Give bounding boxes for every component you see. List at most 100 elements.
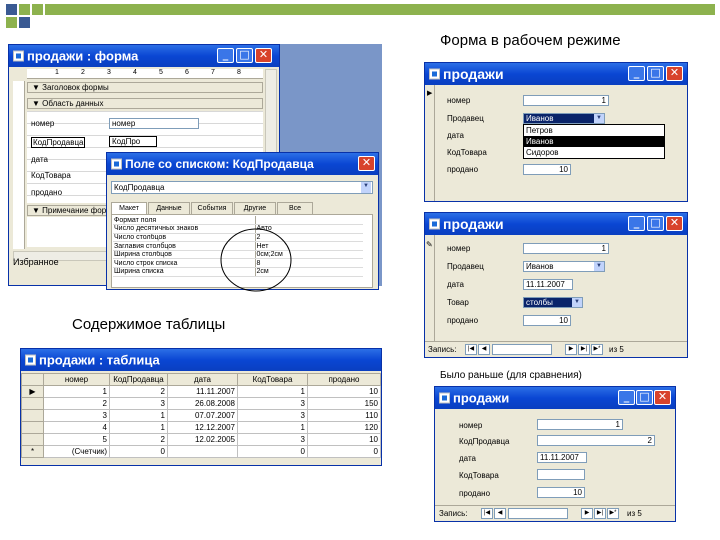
nav-record-field[interactable] (492, 344, 552, 355)
form-window-2-titlebar[interactable]: продажи _ □ ✕ (425, 213, 687, 235)
prop-value[interactable] (254, 216, 363, 226)
cell[interactable]: 12.12.2007 (167, 421, 238, 434)
cell[interactable]: 150 (307, 397, 381, 410)
cell[interactable]: 3 (237, 409, 308, 422)
cell[interactable]: 3 (237, 433, 308, 446)
field-data[interactable]: 11.11.2007 (523, 279, 573, 290)
cell[interactable]: 1 (109, 421, 168, 434)
table-row[interactable]: 4 1 12.12.2007 1 120 (21, 421, 381, 434)
field-nomer[interactable]: 1 (523, 243, 609, 254)
form-window-3-titlebar[interactable]: продажи _ □ ✕ (435, 387, 675, 409)
col-header-kodprodavca[interactable]: КодПродавца (109, 373, 168, 386)
table-row[interactable]: ▶ 1 2 11.11.2007 1 10 (21, 385, 381, 398)
tab-other[interactable]: Другие (234, 202, 276, 214)
row-selector[interactable] (21, 397, 44, 410)
field-kodprodavca[interactable]: 2 (537, 435, 655, 446)
table-row-new[interactable]: * (Счетчик) 0 0 0 (21, 445, 381, 458)
side-item-favorites[interactable]: Избранное (13, 257, 59, 267)
maximize-button[interactable]: □ (647, 66, 664, 81)
cell[interactable]: 11.11.2007 (167, 385, 238, 398)
row-selector[interactable] (21, 433, 44, 446)
close-button[interactable]: ✕ (666, 216, 683, 231)
record-selector[interactable] (425, 235, 435, 341)
field-data[interactable]: 11.11.2007 (537, 452, 587, 463)
maximize-button[interactable]: □ (647, 216, 664, 231)
object-selector[interactable]: КодПродавца (111, 181, 373, 194)
table-row[interactable]: 5 2 12.02.2005 3 10 (21, 433, 381, 446)
design-label-kodtovara[interactable]: КодТовара (31, 171, 71, 180)
cell[interactable]: 3 (43, 409, 110, 422)
col-header-prodano[interactable]: продано (307, 373, 381, 386)
object-selector-arrow[interactable]: ▼ (361, 182, 371, 193)
col-header-data[interactable]: дата (167, 373, 238, 386)
chevron-down-icon[interactable]: ▼ (572, 298, 582, 307)
cell[interactable]: 1 (43, 385, 110, 398)
field-nomer[interactable]: 1 (537, 419, 623, 430)
row-selector[interactable]: * (21, 445, 44, 458)
chevron-down-icon[interactable]: ▼ (594, 262, 604, 271)
design-field-nomer[interactable]: номер (109, 118, 199, 129)
close-button[interactable]: ✕ (654, 390, 671, 405)
nav-prev-button[interactable]: ◀ (478, 344, 490, 355)
nav-next-button[interactable]: ▶ (565, 344, 577, 355)
col-header-kodtovara[interactable]: КодТовара (237, 373, 308, 386)
form-window-1-titlebar[interactable]: продажи _ □ ✕ (425, 63, 687, 85)
tab-data[interactable]: Данные (148, 202, 190, 214)
design-window-titlebar[interactable]: продажи : форма _ □ ✕ (9, 45, 279, 67)
field-nomer[interactable]: 1 (523, 95, 609, 106)
cell[interactable]: 3 (109, 397, 168, 410)
nav-last-button[interactable]: ▶| (594, 508, 606, 519)
cell[interactable]: 10 (307, 433, 381, 446)
minimize-button[interactable]: _ (217, 48, 234, 63)
cell[interactable]: 3 (237, 397, 308, 410)
section-detail-bar[interactable]: ▼ Область данных (27, 98, 263, 109)
cell[interactable]: 0 (237, 445, 308, 458)
combo-props-titlebar[interactable]: Поле со списком: КодПродавца ✕ (107, 153, 378, 175)
combo-tovar[interactable]: столбы ▼ (523, 297, 583, 308)
design-label-data[interactable]: дата (31, 155, 48, 164)
corner-cell[interactable] (21, 373, 44, 386)
section-header-bar[interactable]: ▼ Заголовок формы (27, 82, 263, 93)
close-button[interactable]: ✕ (666, 66, 683, 81)
table-window-titlebar[interactable]: продажи : таблица (21, 349, 381, 371)
dropdown-option-selected[interactable]: Иванов (524, 136, 664, 147)
record-selector[interactable] (425, 85, 435, 201)
row-selector[interactable] (21, 409, 44, 422)
cell[interactable]: 2 (43, 397, 110, 410)
close-button[interactable]: ✕ (255, 48, 272, 63)
dropdown-option[interactable]: Сидоров (524, 147, 664, 158)
field-prodano[interactable]: 10 (523, 164, 571, 175)
maximize-button[interactable]: □ (636, 390, 653, 405)
cell[interactable]: 2 (109, 433, 168, 446)
nav-new-button[interactable]: ▶* (607, 508, 619, 519)
cell[interactable]: 07.07.2007 (167, 409, 238, 422)
tab-all[interactable]: Все (277, 202, 313, 214)
cell[interactable]: (Счетчик) (43, 445, 110, 458)
cell[interactable]: 0 (109, 445, 168, 458)
design-label-prodano[interactable]: продано (31, 188, 62, 197)
dropdown-option[interactable]: Петров (524, 125, 664, 136)
cell[interactable]: 1 (109, 409, 168, 422)
cell[interactable]: 26.08.2008 (167, 397, 238, 410)
design-label-kodprodavca[interactable]: КодПродавца (31, 137, 86, 148)
table-row[interactable]: 3 1 07.07.2007 3 110 (21, 409, 381, 422)
cell[interactable]: 1 (237, 385, 308, 398)
chevron-down-icon[interactable]: ▼ (594, 114, 604, 123)
design-field-kodprodavca[interactable]: КодПро (109, 136, 157, 147)
cell[interactable]: 5 (43, 433, 110, 446)
cell[interactable]: 1 (237, 421, 308, 434)
cell[interactable]: 4 (43, 421, 110, 434)
design-label-nomer[interactable]: номер (31, 119, 54, 128)
row-selector[interactable]: ▶ (21, 385, 44, 398)
nav-record-field[interactable] (508, 508, 568, 519)
nav-new-button[interactable]: ▶* (591, 344, 603, 355)
field-kodtovara[interactable] (537, 469, 585, 480)
cell[interactable] (167, 445, 238, 458)
cell[interactable]: 120 (307, 421, 381, 434)
combo-prodavec[interactable]: Иванов ▼ (523, 113, 605, 124)
combo-prodavec[interactable]: Иванов ▼ (523, 261, 605, 272)
field-prodano[interactable]: 10 (537, 487, 585, 498)
nav-first-button[interactable]: |◀ (465, 344, 477, 355)
field-prodano[interactable]: 10 (523, 315, 571, 326)
nav-prev-button[interactable]: ◀ (494, 508, 506, 519)
